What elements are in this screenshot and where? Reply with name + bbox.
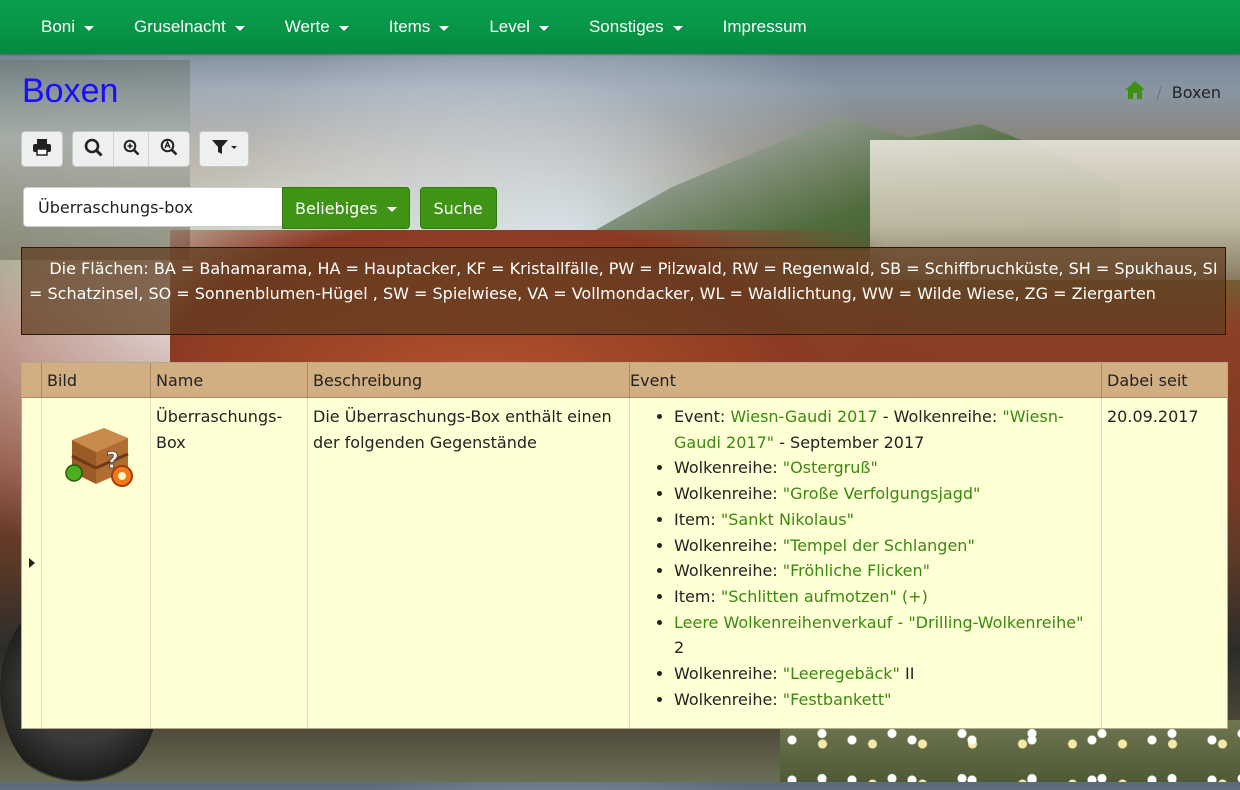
nav-item-label: Items xyxy=(388,17,431,36)
zoom-reset-button[interactable] xyxy=(149,132,189,166)
event-list-item: Wolkenreihe: "Festbankett" xyxy=(674,687,1096,713)
event-list-item: Wolkenreihe: "Tempel der Schlangen" xyxy=(674,533,1096,559)
event-link[interactable]: "Schlitten aufmotzen" (+) xyxy=(721,587,928,606)
nav-item-label: Level xyxy=(489,17,530,36)
event-prefix: Item: xyxy=(674,509,721,529)
event-list-item: Event: Wiesn-Gaudi 2017 - Wolkenreihe: "… xyxy=(674,404,1096,455)
print-icon xyxy=(32,138,52,160)
print-group xyxy=(21,131,63,167)
caret-down-icon xyxy=(439,25,450,31)
event-prefix: Event: xyxy=(674,407,731,426)
filter-group xyxy=(199,131,249,167)
event-cell: Event: Wiesn-Gaudi 2017 - Wolkenreihe: "… xyxy=(629,397,1102,728)
toolbar xyxy=(21,131,249,167)
nav-item-items[interactable]: Items xyxy=(369,4,470,50)
event-list-item: Leere Wolkenreihenverkauf - "Drilling-Wo… xyxy=(674,610,1096,661)
event-prefix: Wolkenreihe: xyxy=(674,664,783,684)
field-legend: Die Flächen: BA = Bahamarama, HA = Haupt… xyxy=(21,247,1226,335)
event-list-item: Wolkenreihe: "Ostergruß" xyxy=(674,455,1096,481)
table-header-row: Bild Name Beschreibung Event Dabei seit xyxy=(22,363,1227,398)
search-scope-dropdown[interactable]: Beliebiges xyxy=(282,187,410,229)
event-text: - September 2017 xyxy=(774,432,925,452)
event-prefix: Wolkenreihe: xyxy=(674,561,783,581)
nav-item-label: Werte xyxy=(284,17,330,36)
event-text: II xyxy=(899,664,915,684)
zoom-in-icon xyxy=(123,139,140,160)
field-legend-text: Die Flächen: BA = Bahamarama, HA = Haupt… xyxy=(29,259,1218,303)
caret-down-icon xyxy=(672,25,683,31)
print-button[interactable] xyxy=(22,132,62,166)
event-list-item: Wolkenreihe: "Leeregebäck" II xyxy=(674,661,1096,687)
event-prefix: Wolkenreihe: xyxy=(674,535,783,555)
event-text: 2 xyxy=(674,638,685,658)
nav-item-werte[interactable]: Werte xyxy=(265,4,369,50)
header-beschreibung[interactable]: Beschreibung xyxy=(307,363,630,398)
box-dabei-seit: 20.09.2017 xyxy=(1107,407,1199,426)
home-icon[interactable] xyxy=(1124,80,1146,104)
event-prefix: Item: xyxy=(674,586,721,606)
header-event[interactable]: Event xyxy=(629,363,1102,398)
nav-item-sonstiges[interactable]: Sonstiges xyxy=(569,4,703,50)
header-bild[interactable]: Bild xyxy=(41,363,151,398)
caret-down-icon xyxy=(234,25,245,31)
event-list-item: Item: "Schlitten aufmotzen" (+) xyxy=(674,584,1096,610)
event-list-item: Wolkenreihe: "Fröhliche Flicken" xyxy=(674,558,1096,584)
search-scope-label: Beliebiges xyxy=(295,198,378,218)
nav-item-label: Boni xyxy=(41,17,76,36)
caret-down-icon xyxy=(84,25,95,31)
caret-down-icon xyxy=(538,25,549,31)
search-button[interactable] xyxy=(73,132,114,166)
header-toggle xyxy=(22,363,42,398)
event-link[interactable]: "Sankt Nikolaus" xyxy=(721,510,854,529)
header-name[interactable]: Name xyxy=(150,363,308,398)
nav-item-level[interactable]: Level xyxy=(469,4,569,50)
event-link[interactable]: "Leeregebäck" xyxy=(783,664,900,683)
header-dabei-seit[interactable]: Dabei seit xyxy=(1101,363,1227,398)
event-list-item: Wolkenreihe: "Große Verfolgungsjagd" xyxy=(674,481,1096,507)
event-text: - Wolkenreihe: xyxy=(877,407,1003,426)
event-link[interactable]: "Ostergruß" xyxy=(783,458,878,477)
search-input[interactable] xyxy=(23,187,282,227)
expand-arrow-icon xyxy=(28,557,35,568)
event-link[interactable]: "Fröhliche Flicken" xyxy=(783,561,930,580)
event-link[interactable]: "Große Verfolgungsjagd" xyxy=(783,484,981,503)
row-expand-toggle[interactable] xyxy=(22,397,42,728)
event-link[interactable]: "Festbankett" xyxy=(783,690,892,709)
nav-item-label: Gruselnacht xyxy=(134,17,226,36)
nav-item-label: Sonstiges xyxy=(588,17,664,36)
nav-item-impressum[interactable]: Impressum xyxy=(703,4,827,50)
caret-down-icon xyxy=(338,25,349,31)
event-link[interactable]: Leere Wolkenreihenverkauf - "Drilling-Wo… xyxy=(674,613,1083,632)
breadcrumb: / Boxen xyxy=(1124,80,1221,104)
box-description: Die Überraschungs-Box enthält einen der … xyxy=(307,397,630,728)
surprise-box-image: ? xyxy=(62,418,138,490)
box-name: Überraschungs-Box xyxy=(150,397,308,728)
event-prefix: Wolkenreihe: xyxy=(674,484,783,504)
event-list-item: Item: "Sankt Nikolaus" xyxy=(674,507,1096,533)
box-image-cell: ? xyxy=(41,397,151,728)
zoom-group xyxy=(72,131,190,167)
event-list: Event: Wiesn-Gaudi 2017 - Wolkenreihe: "… xyxy=(630,404,1096,712)
top-navbar: Boni Gruselnacht Werte Items Level Sonst… xyxy=(0,0,1240,54)
caret-down-icon xyxy=(386,206,397,212)
filter-button[interactable] xyxy=(200,132,248,166)
search-icon xyxy=(84,138,103,161)
zoom-in-button[interactable] xyxy=(114,132,149,166)
nav-item-label: Impressum xyxy=(722,17,807,36)
zoom-reset-icon xyxy=(160,138,178,160)
event-prefix: Wolkenreihe: xyxy=(674,689,783,709)
breadcrumb-separator: / xyxy=(1156,82,1162,102)
nav-item-boni[interactable]: Boni xyxy=(0,4,114,50)
event-link[interactable]: "Tempel der Schlangen" xyxy=(783,536,975,555)
page-title: Boxen xyxy=(22,72,119,110)
table-row: ? Überraschungs-Box Die Überraschungs-Bo… xyxy=(22,397,1227,728)
filter-icon xyxy=(211,139,237,159)
search-bar: Beliebiges Suche xyxy=(23,187,497,229)
event-prefix: Wolkenreihe: xyxy=(674,458,783,478)
breadcrumb-current: Boxen xyxy=(1171,82,1221,102)
event-link[interactable]: Wiesn-Gaudi 2017 xyxy=(730,407,877,426)
nav-item-gruselnacht[interactable]: Gruselnacht xyxy=(114,4,265,50)
search-submit-button[interactable]: Suche xyxy=(419,187,497,229)
boxes-table: Bild Name Beschreibung Event Dabei seit xyxy=(21,362,1228,729)
